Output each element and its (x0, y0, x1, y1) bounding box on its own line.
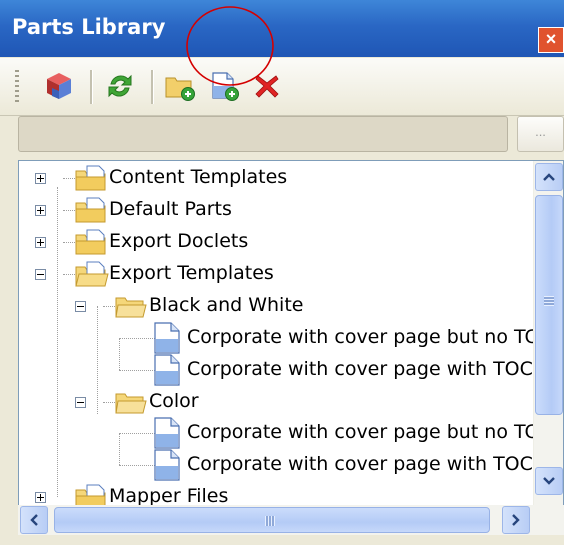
scroll-left-button[interactable] (20, 506, 48, 534)
vertical-scroll-thumb[interactable] (535, 195, 563, 415)
tree-item-default-parts[interactable]: Default Parts (19, 194, 533, 226)
tree-item-label: Corporate with cover page but no TC (187, 326, 538, 348)
collapse-toggle[interactable] (35, 269, 46, 280)
scroll-down-button[interactable] (535, 467, 563, 495)
tree-item-label: Corporate with cover page but no TC (187, 421, 538, 443)
folder-icon (75, 197, 106, 223)
expand-toggle[interactable] (35, 492, 46, 503)
parts-cube-button[interactable] (40, 67, 78, 105)
folder-open-icon (115, 393, 147, 414)
horizontal-scroll-thumb[interactable] (54, 507, 490, 533)
tree-item-export-templates[interactable]: Export Templates (19, 258, 533, 290)
document-icon (154, 417, 180, 449)
tree-item-corporate-bw-with-toc[interactable]: Corporate with cover page with TOC (19, 354, 533, 386)
browse-button[interactable]: ... (517, 116, 564, 152)
chevron-left-icon (30, 514, 38, 526)
tree-item-label: Mapper Files (109, 485, 229, 507)
chevron-down-icon (543, 477, 555, 485)
chevron-up-icon (543, 173, 555, 181)
document-icon (154, 449, 180, 481)
folder-open-icon (115, 297, 147, 318)
tree-item-label: Corporate with cover page with TOC (187, 358, 533, 380)
toolbar-separator (151, 70, 154, 104)
document-icon (154, 354, 180, 386)
expand-toggle[interactable] (35, 173, 46, 184)
parts-cube-icon (47, 73, 71, 99)
folder-icon (75, 165, 106, 191)
tree-item-label: Content Templates (109, 166, 288, 188)
folder-open-icon (75, 261, 109, 287)
path-field[interactable] (18, 116, 508, 152)
document-icon (154, 322, 180, 354)
title-bar[interactable]: Parts Library × (0, 0, 564, 57)
expand-toggle[interactable] (35, 205, 46, 216)
tree-item-label: Default Parts (109, 198, 232, 220)
tree-item-label: Export Templates (109, 262, 274, 284)
tree-item-black-and-white[interactable]: Black and White (19, 290, 533, 322)
annotation-circle (186, 6, 274, 86)
refresh-icon (108, 74, 132, 98)
tree-item-corporate-color-no-toc[interactable]: Corporate with cover page but no TC (19, 417, 538, 449)
tree-item-corporate-bw-no-toc[interactable]: Corporate with cover page but no TC (19, 322, 538, 354)
toolbar (0, 58, 564, 116)
tree-item-corporate-color-with-toc[interactable]: Corporate with cover page with TOC (19, 449, 533, 481)
toolbar-separator (90, 70, 93, 104)
collapse-toggle[interactable] (75, 301, 86, 312)
tree-item-label: Export Doclets (109, 230, 249, 252)
tree-item-label: Corporate with cover page with TOC (187, 453, 533, 475)
tree-item-color[interactable]: Color (19, 386, 533, 418)
parts-library-window: Parts Library × ... Content Templates De… (0, 0, 564, 545)
scroll-up-button[interactable] (535, 163, 563, 191)
vertical-scrollbar[interactable] (533, 161, 563, 521)
expand-toggle[interactable] (35, 237, 46, 248)
refresh-button[interactable] (101, 67, 139, 105)
tree-item-content-templates[interactable]: Content Templates (19, 162, 533, 194)
tree-item-label: Black and White (149, 294, 304, 316)
window-title: Parts Library (12, 15, 166, 39)
collapse-toggle[interactable] (75, 397, 86, 408)
path-row: ... (0, 116, 564, 160)
chevron-right-icon (512, 514, 520, 526)
toolbar-grip[interactable] (15, 70, 19, 104)
thumb-grip (265, 516, 275, 526)
folder-icon (75, 229, 106, 255)
horizontal-scrollbar[interactable] (18, 505, 564, 535)
thumb-grip (544, 296, 554, 306)
tree-item-label: Color (149, 390, 199, 412)
parts-tree[interactable]: Content Templates Default Parts Export D… (18, 160, 564, 522)
scroll-right-button[interactable] (502, 506, 530, 534)
close-button[interactable]: × (538, 27, 564, 53)
tree-item-export-doclets[interactable]: Export Doclets (19, 226, 533, 258)
